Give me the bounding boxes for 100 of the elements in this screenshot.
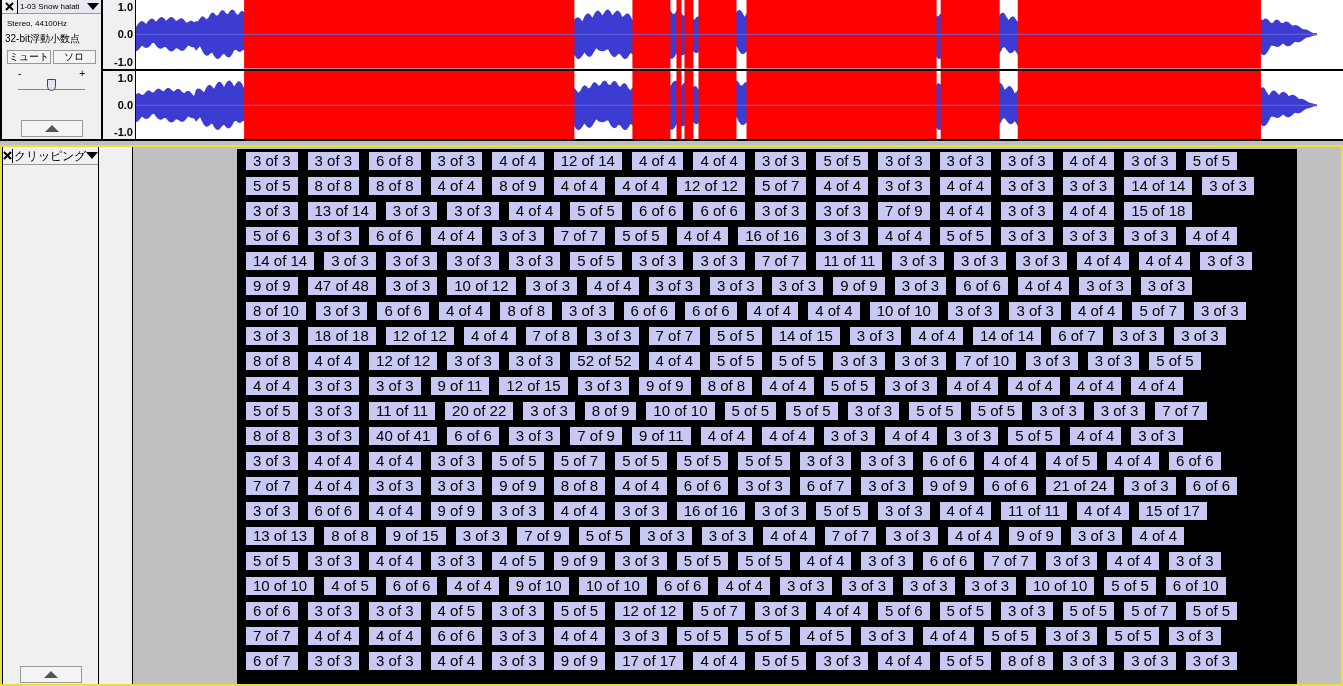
- clip-label[interactable]: 5 of 6: [245, 226, 299, 246]
- clip-label[interactable]: 5 of 5: [938, 601, 993, 621]
- clip-label[interactable]: 9 of 9: [1008, 526, 1062, 546]
- clip-label[interactable]: 3 of 3: [946, 301, 1001, 321]
- clip-label[interactable]: 9 of 9: [552, 651, 607, 671]
- clip-label[interactable]: 3 of 3: [884, 376, 938, 396]
- clip-label[interactable]: 6 of 6: [655, 576, 710, 596]
- clip-label[interactable]: 5 of 5: [770, 351, 825, 371]
- clip-label[interactable]: 4 of 4: [507, 201, 562, 221]
- clip-label[interactable]: 4 of 4: [368, 551, 422, 571]
- clip-label[interactable]: 3 of 3: [306, 376, 361, 396]
- clip-label[interactable]: 4 of 4: [1007, 376, 1061, 396]
- clip-label[interactable]: 4 of 4: [692, 151, 746, 171]
- clip-label[interactable]: 5 of 5: [822, 376, 877, 396]
- clip-label[interactable]: 4 of 4: [717, 576, 771, 596]
- clip-label[interactable]: 5 of 5: [1103, 576, 1157, 596]
- clip-label[interactable]: 3 of 3: [753, 501, 808, 521]
- clip-label[interactable]: 3 of 3: [737, 476, 791, 496]
- clip-label[interactable]: 40 of 41: [368, 426, 439, 446]
- clip-label[interactable]: 4 of 4: [938, 501, 993, 521]
- clip-label[interactable]: 4 of 5: [491, 551, 545, 571]
- clip-label[interactable]: 3 of 3: [491, 626, 545, 646]
- clip-label[interactable]: 3 of 3: [1184, 651, 1239, 671]
- clip-label[interactable]: 4 of 4: [815, 601, 869, 621]
- clip-label[interactable]: 7 of 9: [569, 426, 623, 446]
- clip-label[interactable]: 5 of 5: [709, 351, 763, 371]
- clip-label[interactable]: 4 of 4: [306, 626, 361, 646]
- clip-label[interactable]: 6 of 6: [983, 476, 1037, 496]
- clip-label[interactable]: 5 of 5: [938, 226, 993, 246]
- clip-label[interactable]: 18 of 18: [306, 326, 377, 346]
- clip-label[interactable]: 6 of 7: [245, 651, 299, 671]
- clip-label[interactable]: 6 of 6: [684, 301, 738, 321]
- clip-label[interactable]: 9 of 15: [384, 526, 447, 546]
- clip-label[interactable]: 8 of 8: [306, 176, 361, 196]
- clip-label[interactable]: 3 of 3: [1000, 601, 1054, 621]
- clip-label[interactable]: 3 of 3: [938, 151, 993, 171]
- clip-label[interactable]: 3 of 3: [877, 176, 931, 196]
- clip-label[interactable]: 5 of 5: [614, 451, 668, 471]
- clip-label[interactable]: 3 of 3: [885, 526, 939, 546]
- clip-label[interactable]: 14 of 15: [770, 326, 841, 346]
- clip-label[interactable]: 7 of 9: [877, 201, 931, 221]
- clip-label[interactable]: 3 of 3: [576, 376, 631, 396]
- clip-label[interactable]: 3 of 3: [902, 576, 956, 596]
- clip-label[interactable]: 4 of 4: [1076, 251, 1130, 271]
- clip-label[interactable]: 3 of 3: [1044, 551, 1099, 571]
- clip-label[interactable]: 3 of 3: [323, 251, 377, 271]
- clip-label[interactable]: 4 of 4: [945, 376, 1000, 396]
- clip-label[interactable]: 4 of 4: [1068, 376, 1123, 396]
- clip-label[interactable]: 3 of 3: [1123, 476, 1177, 496]
- clip-label[interactable]: 5 of 7: [1123, 601, 1177, 621]
- clip-label[interactable]: 6 of 6: [1184, 476, 1239, 496]
- clip-label[interactable]: 4 of 4: [745, 301, 800, 321]
- clip-label[interactable]: 5 of 5: [569, 251, 623, 271]
- clip-label[interactable]: 5 of 7: [692, 601, 746, 621]
- clip-label[interactable]: 3 of 3: [245, 501, 299, 521]
- clip-label[interactable]: 3 of 3: [1025, 351, 1079, 371]
- clip-label[interactable]: 8 of 9: [583, 401, 638, 421]
- clip-label[interactable]: 6 of 6: [1167, 451, 1222, 471]
- clip-label[interactable]: 4 of 4: [614, 476, 668, 496]
- clip-label[interactable]: 3 of 3: [893, 351, 948, 371]
- clip-label[interactable]: 4 of 4: [245, 376, 299, 396]
- clip-label[interactable]: 4 of 4: [1061, 151, 1116, 171]
- clip-label[interactable]: 4 of 4: [1016, 276, 1071, 296]
- slider-thumb[interactable]: [46, 79, 56, 91]
- clip-label[interactable]: 4 of 4: [1076, 501, 1130, 521]
- solo-button[interactable]: ソロ: [52, 50, 96, 64]
- clip-label[interactable]: 7 of 7: [823, 526, 878, 546]
- clip-label[interactable]: 3 of 3: [945, 426, 1000, 446]
- clip-label[interactable]: 3 of 3: [245, 326, 299, 346]
- clip-label[interactable]: 4 of 4: [761, 376, 815, 396]
- clip-label[interactable]: 5 of 5: [1106, 626, 1160, 646]
- clip-label[interactable]: 4 of 4: [429, 651, 484, 671]
- clip-label[interactable]: 6 of 6: [306, 501, 361, 521]
- clip-label[interactable]: 12 of 12: [384, 326, 455, 346]
- clip-label[interactable]: 3 of 3: [815, 651, 869, 671]
- clip-label[interactable]: 3 of 3: [700, 526, 755, 546]
- clip-label[interactable]: 6 of 6: [692, 201, 746, 221]
- clip-label[interactable]: 4 of 4: [647, 351, 702, 371]
- clip-label[interactable]: 7 of 8: [524, 326, 579, 346]
- clip-label[interactable]: 3 of 3: [860, 476, 914, 496]
- clip-label[interactable]: 4 of 4: [798, 551, 853, 571]
- clip-label[interactable]: 6 of 6: [368, 226, 422, 246]
- clip-label[interactable]: 3 of 3: [1061, 651, 1116, 671]
- clip-label[interactable]: 3 of 3: [1111, 326, 1166, 346]
- clip-label[interactable]: 6 of 8: [368, 151, 422, 171]
- clip-label[interactable]: 3 of 3: [647, 276, 702, 296]
- clip-label[interactable]: 4 of 4: [910, 326, 964, 346]
- clip-label[interactable]: 4 of 4: [368, 626, 422, 646]
- clip-label[interactable]: 8 of 8: [552, 476, 607, 496]
- clip-label[interactable]: 3 of 3: [1078, 276, 1132, 296]
- clip-label[interactable]: 5 of 5: [709, 326, 763, 346]
- clip-label[interactable]: 3 of 3: [245, 451, 299, 471]
- clip-label[interactable]: 3 of 3: [753, 601, 808, 621]
- clip-label[interactable]: 6 of 6: [376, 301, 430, 321]
- clip-label[interactable]: 5 of 7: [1131, 301, 1185, 321]
- clip-label[interactable]: 3 of 3: [1000, 226, 1054, 246]
- clip-label[interactable]: 9 of 10: [507, 576, 570, 596]
- clip-label[interactable]: 3 of 3: [491, 226, 545, 246]
- clip-label[interactable]: 5 of 5: [577, 526, 632, 546]
- clip-label[interactable]: 3 of 3: [507, 426, 562, 446]
